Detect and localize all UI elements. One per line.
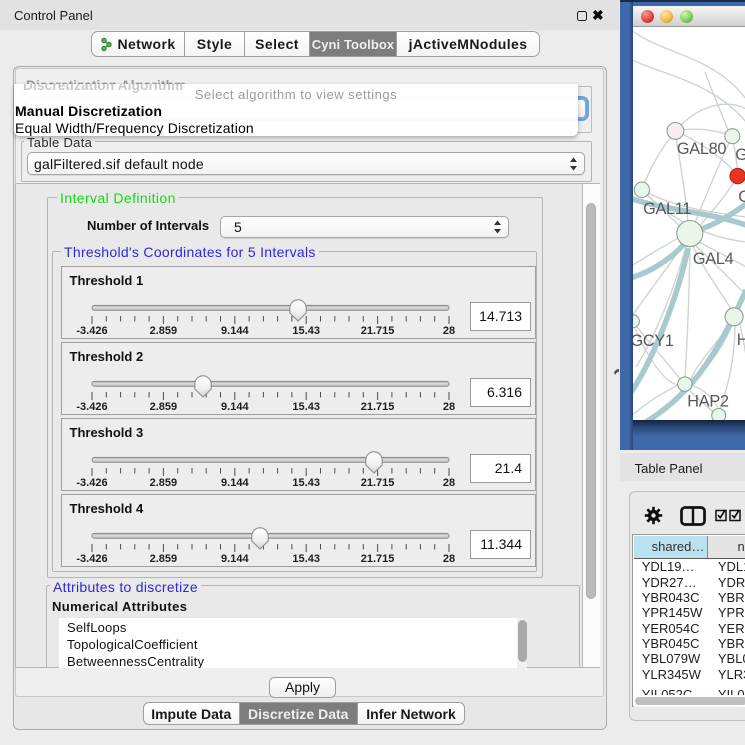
svg-text:GCY1: GCY1 xyxy=(633,332,674,350)
svg-text:15.43: 15.43 xyxy=(292,477,320,489)
svg-text:2.859: 2.859 xyxy=(150,477,178,489)
svg-text:15.43: 15.43 xyxy=(292,553,320,565)
svg-text:15.43: 15.43 xyxy=(292,325,320,337)
svg-text:21.715: 21.715 xyxy=(361,553,395,565)
svg-text:H: H xyxy=(736,331,745,349)
svg-text:2.859: 2.859 xyxy=(150,401,178,413)
svg-text:-3.426: -3.426 xyxy=(76,325,107,337)
svg-text:-3.426: -3.426 xyxy=(76,477,107,489)
svg-text:28: 28 xyxy=(443,477,455,489)
svg-text:9.144: 9.144 xyxy=(221,401,249,413)
svg-text:9.144: 9.144 xyxy=(221,477,249,489)
svg-text:GAL80: GAL80 xyxy=(676,140,725,158)
svg-text:9.144: 9.144 xyxy=(221,325,249,337)
svg-text:GAL: GAL xyxy=(735,146,745,164)
svg-text:28: 28 xyxy=(443,325,455,337)
svg-text:9.144: 9.144 xyxy=(221,553,249,565)
svg-text:HAP2: HAP2 xyxy=(687,393,729,411)
svg-text:CY: CY xyxy=(738,188,745,206)
svg-text:-3.426: -3.426 xyxy=(76,401,107,413)
svg-text:GAL11: GAL11 xyxy=(643,200,691,218)
svg-text:21.715: 21.715 xyxy=(361,325,395,337)
svg-text:GAL4: GAL4 xyxy=(692,250,733,268)
svg-text:2.859: 2.859 xyxy=(150,553,178,565)
svg-text:21.715: 21.715 xyxy=(361,401,395,413)
svg-text:28: 28 xyxy=(443,553,455,565)
svg-text:2.859: 2.859 xyxy=(150,325,178,337)
svg-text:28: 28 xyxy=(443,401,455,413)
svg-text:-3.426: -3.426 xyxy=(76,553,107,565)
svg-text:21.715: 21.715 xyxy=(361,477,395,489)
svg-text:15.43: 15.43 xyxy=(292,401,320,413)
